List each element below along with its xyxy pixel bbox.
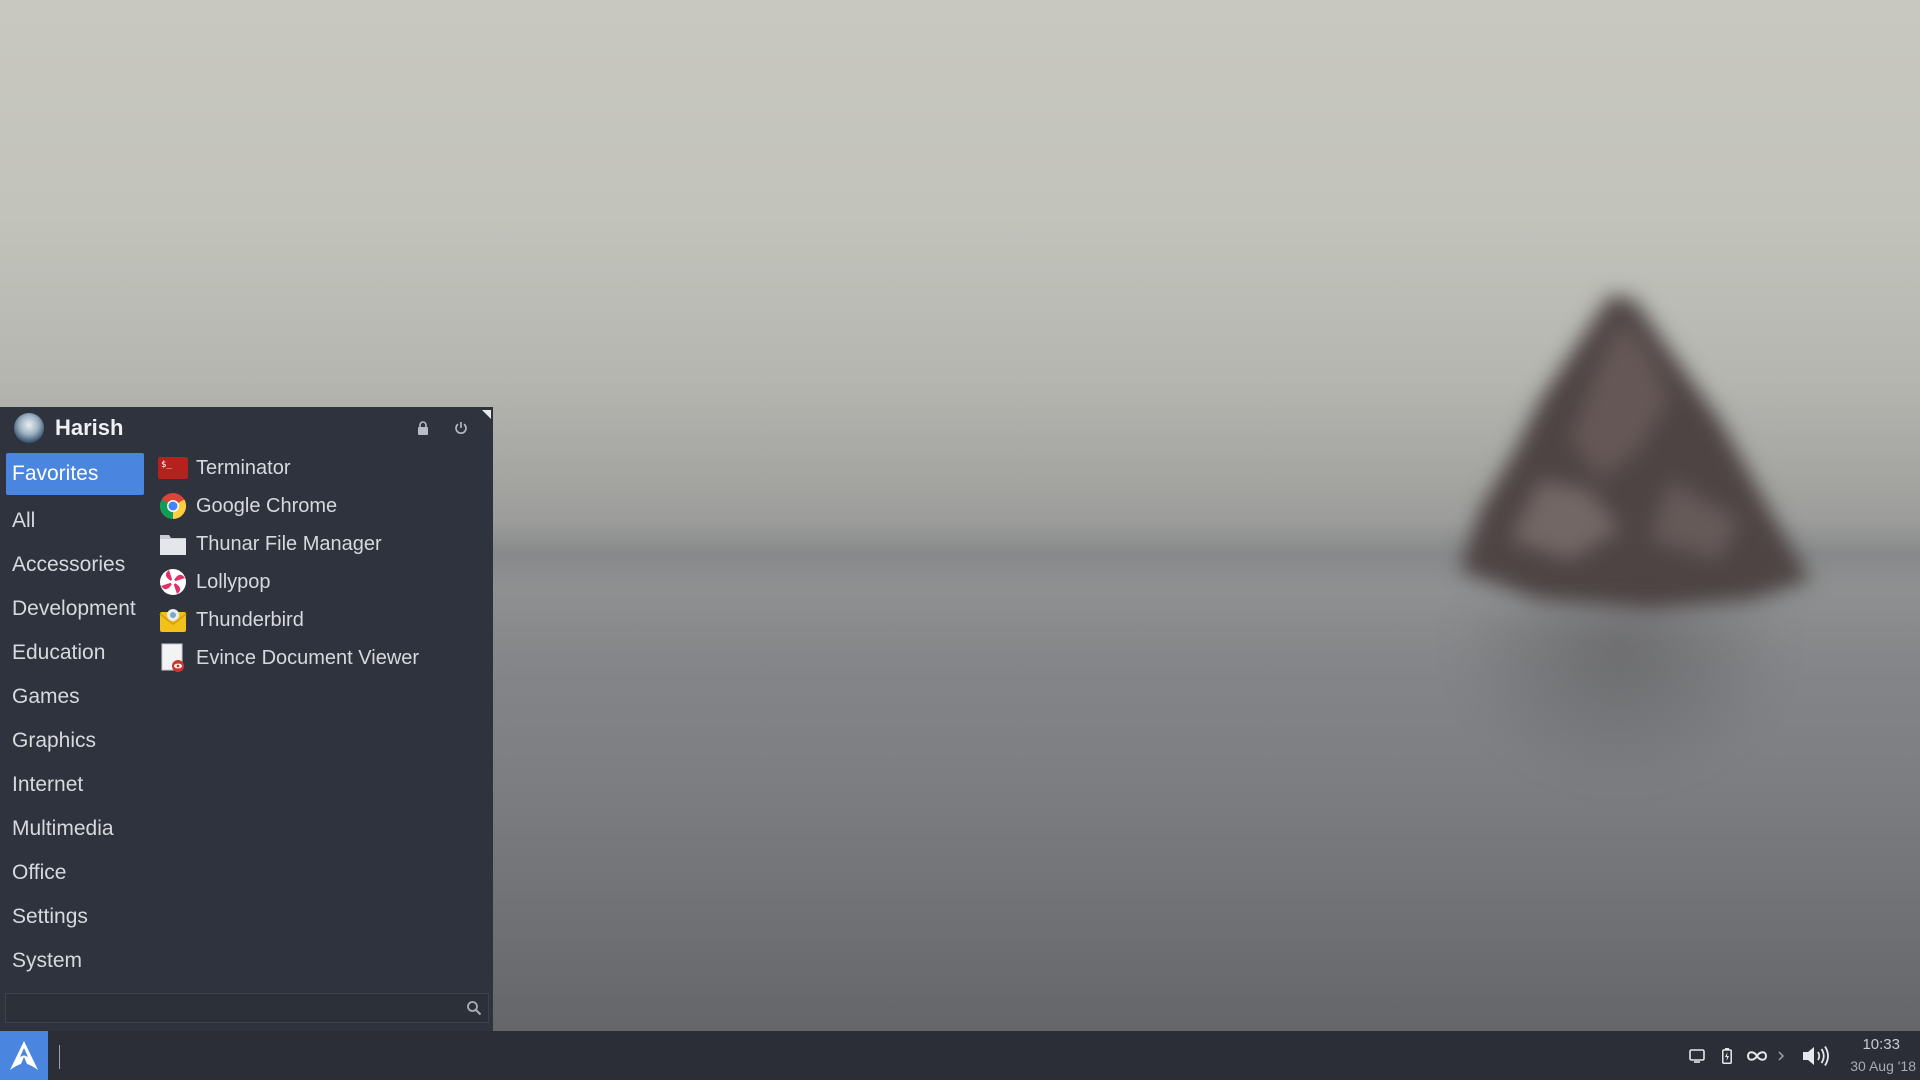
- category-accessories[interactable]: Accessories: [6, 543, 144, 587]
- category-graphics[interactable]: Graphics: [6, 719, 144, 763]
- category-internet[interactable]: Internet: [6, 763, 144, 807]
- category-settings[interactable]: Settings: [6, 895, 144, 939]
- search-input[interactable]: [10, 996, 454, 1022]
- category-education[interactable]: Education: [6, 631, 144, 675]
- app-google-chrome[interactable]: Google Chrome: [158, 487, 488, 525]
- chevron-right-icon: [1778, 1051, 1785, 1061]
- lock-icon: [418, 421, 428, 435]
- wallpaper-rock: [1460, 295, 1810, 610]
- app-label: Evince Document Viewer: [196, 646, 420, 669]
- document-viewer-icon: [158, 643, 188, 673]
- app-terminator[interactable]: $_ Terminator: [158, 449, 488, 487]
- svg-text:$_: $_: [161, 460, 172, 470]
- display-tray-button[interactable]: [1686, 1044, 1708, 1068]
- category-favorites[interactable]: Favorites: [6, 453, 144, 495]
- clock-date[interactable]: 30 Aug '18: [1806, 1058, 1916, 1074]
- folder-icon: [158, 529, 188, 559]
- log-out-button[interactable]: [448, 415, 474, 441]
- category-games[interactable]: Games: [6, 675, 144, 719]
- whisker-menu: Harish Favorites All Accessories Develop…: [0, 407, 493, 1031]
- resize-handle[interactable]: [482, 410, 491, 419]
- chrome-icon: [158, 491, 188, 521]
- avatar[interactable]: [14, 413, 44, 443]
- category-all[interactable]: All: [6, 499, 144, 543]
- app-thunderbird[interactable]: Thunderbird: [158, 601, 488, 639]
- infinity-tray-button[interactable]: [1744, 1044, 1770, 1068]
- app-lollypop[interactable]: Lollypop: [158, 563, 488, 601]
- app-evince-document-viewer[interactable]: Evince Document Viewer: [158, 639, 488, 677]
- infinity-icon: [1746, 1051, 1768, 1061]
- tasklist-separator: [59, 1045, 60, 1069]
- app-label: Thunderbird: [196, 608, 304, 631]
- search-box[interactable]: [5, 993, 489, 1023]
- wallpaper-rock-reflection: [1450, 610, 1790, 790]
- category-system[interactable]: System: [6, 939, 144, 983]
- terminal-icon: $_: [158, 453, 188, 483]
- search-icon: [467, 1001, 482, 1016]
- app-thunar-file-manager[interactable]: Thunar File Manager: [158, 525, 488, 563]
- thunderbird-icon: [158, 605, 188, 635]
- app-label: Thunar File Manager: [196, 532, 382, 555]
- applications-menu-button[interactable]: [0, 1031, 48, 1080]
- tray-expand-button[interactable]: [1774, 1044, 1788, 1068]
- display-icon: [1689, 1049, 1705, 1063]
- app-label: Terminator: [196, 456, 291, 479]
- menu-header: Harish: [0, 407, 493, 451]
- battery-icon: [1722, 1048, 1732, 1064]
- lock-screen-button[interactable]: [410, 415, 436, 441]
- lollypop-icon: [158, 567, 188, 597]
- app-label: Google Chrome: [196, 494, 338, 517]
- arch-logo-icon: [10, 1040, 38, 1070]
- category-list: Favorites All Accessories Development Ed…: [6, 453, 144, 983]
- user-name: Harish: [55, 415, 124, 440]
- app-label: Lollypop: [196, 570, 271, 593]
- favorites-list: $_ Terminator Google Chrome Thunar File …: [158, 449, 488, 677]
- category-development[interactable]: Development: [6, 587, 144, 631]
- bottom-panel: 10:33 30 Aug '18: [0, 1031, 1920, 1080]
- category-office[interactable]: Office: [6, 851, 144, 895]
- power-icon: [455, 422, 467, 434]
- category-multimedia[interactable]: Multimedia: [6, 807, 144, 851]
- clock-time[interactable]: 10:33: [1820, 1036, 1900, 1053]
- battery-tray-button[interactable]: [1717, 1044, 1737, 1068]
